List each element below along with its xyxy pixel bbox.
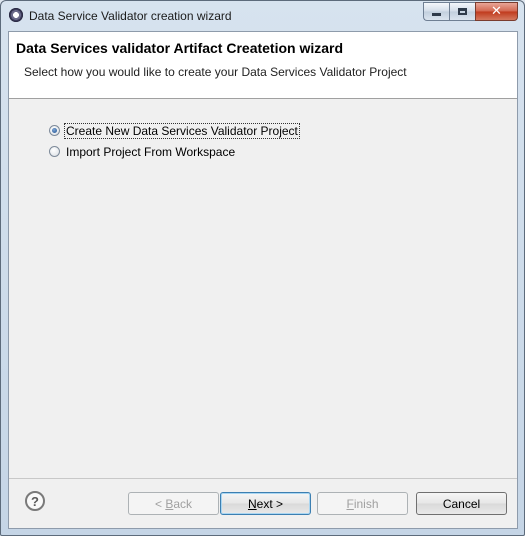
wizard-header: Data Services validator Artifact Createt… xyxy=(9,32,517,99)
next-rest: ext > xyxy=(256,496,284,511)
next-button[interactable]: Next > xyxy=(220,492,311,515)
page-description: Select how you would like to create your… xyxy=(24,65,407,79)
minimize-button[interactable] xyxy=(423,2,449,21)
help-icon[interactable]: ? xyxy=(25,491,45,511)
close-icon: ✕ xyxy=(491,4,502,19)
radio-import-workspace[interactable] xyxy=(49,146,60,157)
next-mnemonic: N xyxy=(247,496,257,511)
option-create-new-label[interactable]: Create New Data Services Validator Proje… xyxy=(64,122,300,139)
cancel-button[interactable]: Cancel xyxy=(416,492,507,515)
button-bar-divider xyxy=(9,478,517,479)
maximize-icon xyxy=(458,8,467,15)
page-title: Data Services validator Artifact Createt… xyxy=(16,40,344,56)
title-bar[interactable]: Data Service Validator creation wizard ✕ xyxy=(1,1,524,31)
wizard-window: Data Service Validator creation wizard ✕… xyxy=(0,0,525,536)
maximize-button[interactable] xyxy=(449,2,475,21)
option-import-workspace-label[interactable]: Import Project From Workspace xyxy=(65,145,236,159)
radio-create-new[interactable] xyxy=(49,125,60,136)
finish-rest: inish xyxy=(353,496,379,511)
option-create-new[interactable]: Create New Data Services Validator Proje… xyxy=(49,120,300,141)
back-button[interactable]: < Back xyxy=(128,492,219,515)
minimize-icon xyxy=(432,13,441,16)
window-controls: ✕ xyxy=(423,2,518,22)
back-mnemonic: B xyxy=(165,496,174,511)
back-rest: ack xyxy=(173,496,193,511)
wizard-body: Data Services validator Artifact Createt… xyxy=(8,31,518,529)
option-import-workspace[interactable]: Import Project From Workspace xyxy=(49,141,299,162)
finish-button[interactable]: Finish xyxy=(317,492,408,515)
close-button[interactable]: ✕ xyxy=(475,2,518,21)
back-prefix: < xyxy=(154,496,166,511)
eclipse-icon[interactable] xyxy=(9,8,23,22)
finish-mnemonic: F xyxy=(346,496,354,511)
window-title: Data Service Validator creation wizard xyxy=(29,9,232,23)
creation-options: Create New Data Services Validator Proje… xyxy=(49,120,300,162)
